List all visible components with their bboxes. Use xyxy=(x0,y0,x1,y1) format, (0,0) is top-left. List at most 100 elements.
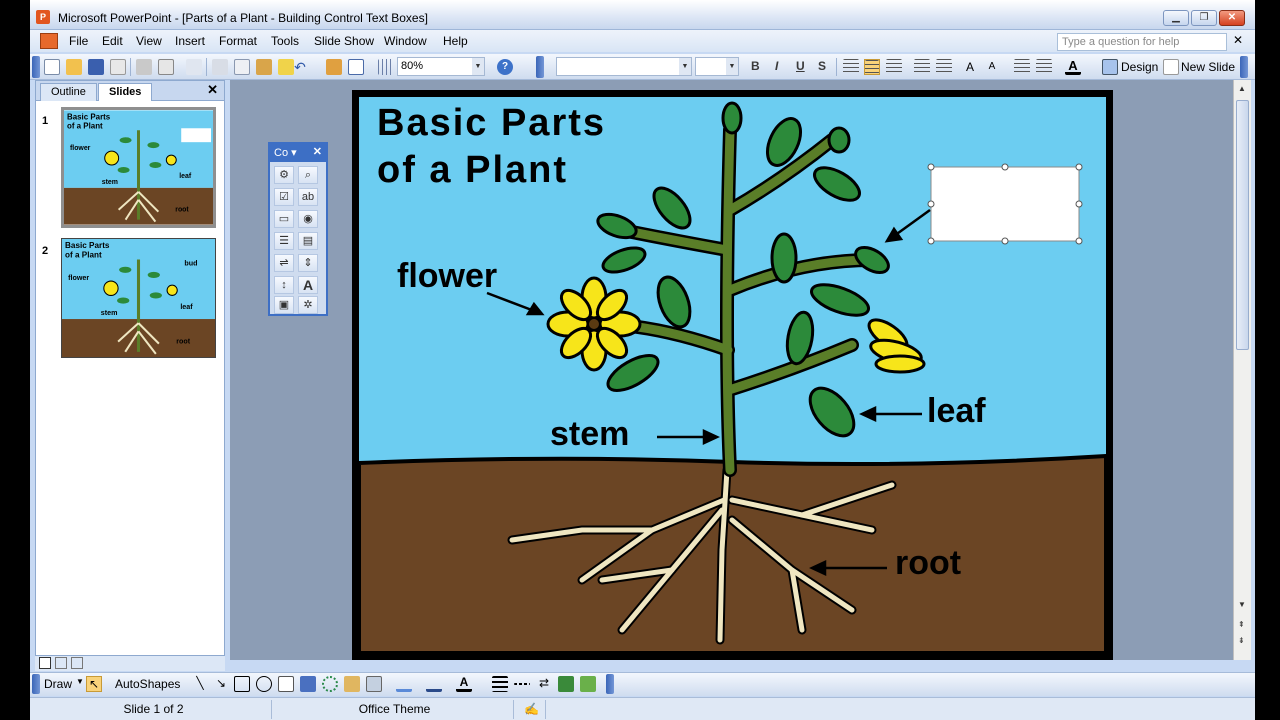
insert-table-icon[interactable] xyxy=(348,59,364,75)
command-button-icon[interactable]: ▭ xyxy=(274,210,294,228)
option-button-icon[interactable]: ◉ xyxy=(298,210,318,228)
menu-slide-show[interactable]: Slide Show xyxy=(314,34,374,48)
scroll-thumb[interactable] xyxy=(1236,100,1249,350)
align-right-icon[interactable] xyxy=(886,59,902,75)
scroll-down-icon[interactable]: ▼ xyxy=(1238,600,1246,609)
font-size-select[interactable]: ▼ xyxy=(695,57,739,76)
show-grid-icon[interactable] xyxy=(378,59,394,75)
chevron-down-icon[interactable]: ▼ xyxy=(679,58,691,75)
arrow-icon[interactable]: ↘ xyxy=(213,676,229,692)
italic-button[interactable]: I xyxy=(775,59,778,73)
design-icon[interactable] xyxy=(1102,59,1118,75)
autoshapes-menu-button[interactable]: AutoShapes xyxy=(115,677,180,691)
textbox-icon[interactable]: ab xyxy=(298,188,318,206)
wordart-icon[interactable] xyxy=(300,676,316,692)
diagram-icon[interactable] xyxy=(322,676,338,692)
print-preview-icon[interactable] xyxy=(158,59,174,75)
line-style-icon[interactable] xyxy=(492,676,508,692)
normal-view-icon[interactable] xyxy=(39,657,51,669)
tab-outline[interactable]: Outline xyxy=(40,83,97,101)
3d-style-icon[interactable] xyxy=(580,676,596,692)
undo-icon[interactable]: ↶ xyxy=(292,59,308,75)
restore-button[interactable]: ❐ xyxy=(1191,10,1217,26)
bold-button[interactable]: B xyxy=(751,59,760,73)
menu-window[interactable]: Window xyxy=(384,34,427,48)
combobox-icon[interactable]: ▤ xyxy=(298,232,318,250)
toolbar-options-icon[interactable] xyxy=(1240,56,1248,78)
label-icon[interactable]: A xyxy=(298,276,318,294)
menu-view[interactable]: View xyxy=(136,34,162,48)
insert-chart-icon[interactable] xyxy=(326,59,342,75)
spin-button-icon[interactable]: ⇕ xyxy=(298,254,318,272)
checkbox-icon[interactable]: ☑ xyxy=(274,188,294,206)
toolbar-options-icon[interactable] xyxy=(606,674,614,694)
menu-help[interactable]: Help xyxy=(443,34,468,48)
chevron-down-icon[interactable]: ▼ xyxy=(472,58,484,75)
help-search-input[interactable]: Type a question for help xyxy=(1057,33,1227,51)
powerpoint-app-icon[interactable]: P xyxy=(36,10,50,24)
slide-canvas[interactable]: Basic Parts of a Plant flower stem leaf … xyxy=(352,90,1113,660)
image-icon[interactable]: ▣ xyxy=(274,296,294,314)
close-icon[interactable]: ✕ xyxy=(313,145,322,158)
arrow-style-icon[interactable]: ⇄ xyxy=(536,676,552,692)
paste-icon[interactable] xyxy=(256,59,272,75)
close-window-button[interactable]: ✕ xyxy=(1219,10,1245,26)
menu-edit[interactable]: Edit xyxy=(102,34,123,48)
decrease-indent-icon[interactable] xyxy=(1014,59,1030,75)
zoom-select[interactable]: 80% ▼ xyxy=(397,57,485,76)
font-color-icon[interactable]: A xyxy=(456,676,472,692)
close-document-icon[interactable]: ✕ xyxy=(1233,33,1243,47)
chevron-down-icon[interactable]: ▼ xyxy=(726,58,738,75)
more-controls-icon[interactable]: ✲ xyxy=(298,296,318,314)
slide-thumbnail-1[interactable]: Basic Parts of a Plant flower stem leaf … xyxy=(61,107,216,228)
select-pointer-icon[interactable]: ↖ xyxy=(86,676,102,692)
scroll-up-icon[interactable]: ▲ xyxy=(1238,84,1246,93)
minimize-button[interactable]: ▁ xyxy=(1163,10,1189,26)
spelling-icon[interactable] xyxy=(186,59,202,75)
slide-sorter-icon[interactable] xyxy=(55,657,67,669)
align-center-icon[interactable] xyxy=(864,59,880,75)
toolbar-grip[interactable] xyxy=(536,56,544,78)
new-slide-button[interactable]: New Slide xyxy=(1181,60,1235,74)
dash-style-icon[interactable] xyxy=(514,676,530,692)
toggle-button-icon[interactable]: ⇌ xyxy=(274,254,294,272)
cut-icon[interactable] xyxy=(212,59,228,75)
menu-format[interactable]: Format xyxy=(219,34,257,48)
save-icon[interactable] xyxy=(88,59,104,75)
print-icon[interactable] xyxy=(136,59,152,75)
text-box-icon[interactable] xyxy=(278,676,294,692)
increase-font-icon[interactable]: A xyxy=(962,59,978,75)
tab-slides[interactable]: Slides xyxy=(98,83,153,101)
font-select[interactable]: ▼ xyxy=(556,57,692,76)
slide-thumbnail-2[interactable]: Basic Parts of a Plant flower stem leaf … xyxy=(61,238,216,358)
increase-indent-icon[interactable] xyxy=(1036,59,1052,75)
document-icon[interactable] xyxy=(40,33,58,49)
line-icon[interactable]: ╲ xyxy=(192,676,208,692)
properties-icon[interactable]: ⚙ xyxy=(274,166,294,184)
copy-icon[interactable] xyxy=(234,59,250,75)
align-left-icon[interactable] xyxy=(843,59,859,75)
shadow-style-icon[interactable] xyxy=(558,676,574,692)
decrease-font-icon[interactable]: A xyxy=(984,59,1000,75)
new-slide-icon[interactable] xyxy=(1163,59,1179,75)
permission-icon[interactable] xyxy=(110,59,126,75)
scrollbar-icon[interactable]: ↕ xyxy=(274,276,294,294)
fill-color-icon[interactable] xyxy=(396,676,412,692)
slide-show-icon[interactable] xyxy=(71,657,83,669)
clip-art-icon[interactable] xyxy=(344,676,360,692)
design-button[interactable]: Design xyxy=(1121,60,1158,74)
open-icon[interactable] xyxy=(66,59,82,75)
help-icon[interactable]: ? xyxy=(497,59,513,75)
line-color-icon[interactable] xyxy=(426,676,442,692)
menu-file[interactable]: File xyxy=(69,34,88,48)
menu-insert[interactable]: Insert xyxy=(175,34,205,48)
underline-button[interactable]: U xyxy=(796,59,805,73)
new-icon[interactable] xyxy=(44,59,60,75)
menu-tools[interactable]: Tools xyxy=(271,34,299,48)
vertical-scrollbar[interactable]: ▲ ▼ ⇞ ⇟ xyxy=(1233,80,1251,660)
control-toolbox-title-bar[interactable]: Co ▾ ✕ xyxy=(270,144,326,162)
numbering-icon[interactable] xyxy=(914,59,930,75)
spelling-status-icon[interactable]: ✍ xyxy=(518,700,546,719)
chevron-down-icon[interactable]: ▼ xyxy=(76,677,84,686)
rectangle-icon[interactable] xyxy=(234,676,250,692)
